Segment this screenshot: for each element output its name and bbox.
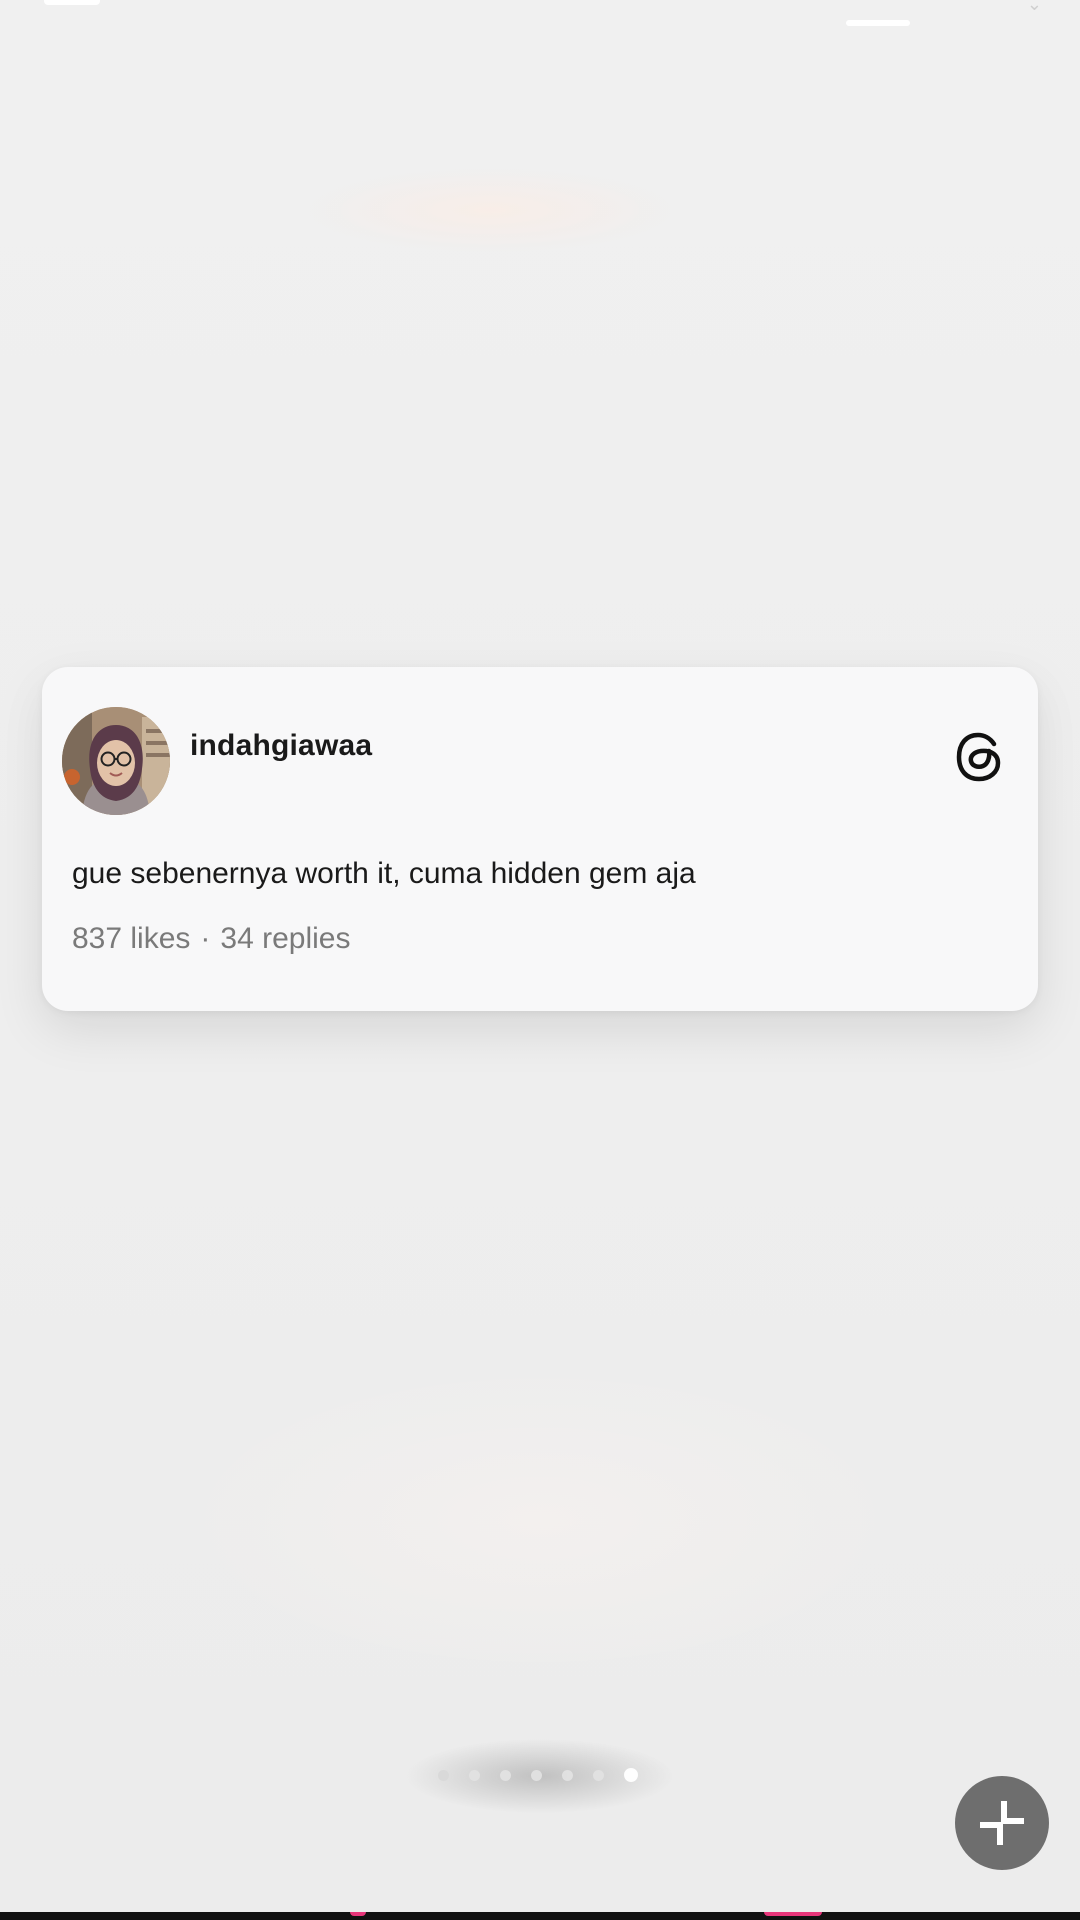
bottom-nav-edge <box>0 1912 1080 1920</box>
page-dot-active[interactable] <box>624 1768 638 1782</box>
nav-indicator-right <box>764 1912 822 1916</box>
story-progress-bar <box>846 20 910 26</box>
page-dot[interactable] <box>469 1769 480 1781</box>
replies-count[interactable]: 34 replies <box>220 922 350 955</box>
page-dot[interactable] <box>531 1769 542 1781</box>
page-dot[interactable] <box>593 1769 604 1781</box>
top-right-edge-icon: ⌄ <box>1026 0 1042 14</box>
top-left-tab <box>44 0 100 5</box>
collapse-button[interactable] <box>955 1776 1049 1870</box>
post-stats: 837 likes · 34 replies <box>72 922 350 956</box>
likes-count[interactable]: 837 likes <box>72 922 190 955</box>
threads-icon[interactable] <box>954 729 1006 785</box>
username[interactable]: indahgiawaa <box>190 729 372 763</box>
post-text: gue sebenernya worth it, cuma hidden gem… <box>72 857 696 890</box>
pagination-dots <box>438 1768 638 1782</box>
page-dot[interactable] <box>500 1769 511 1781</box>
avatar-image <box>62 707 170 815</box>
page-dot[interactable] <box>562 1769 573 1781</box>
avatar[interactable] <box>62 707 170 815</box>
page-dot[interactable] <box>438 1769 449 1781</box>
stats-separator: · <box>200 922 211 955</box>
collapse-icon <box>980 1801 1024 1845</box>
threads-post-card[interactable]: indahgiawaa gue sebenernya worth it, cum… <box>42 667 1038 1011</box>
nav-indicator-left <box>350 1912 366 1916</box>
